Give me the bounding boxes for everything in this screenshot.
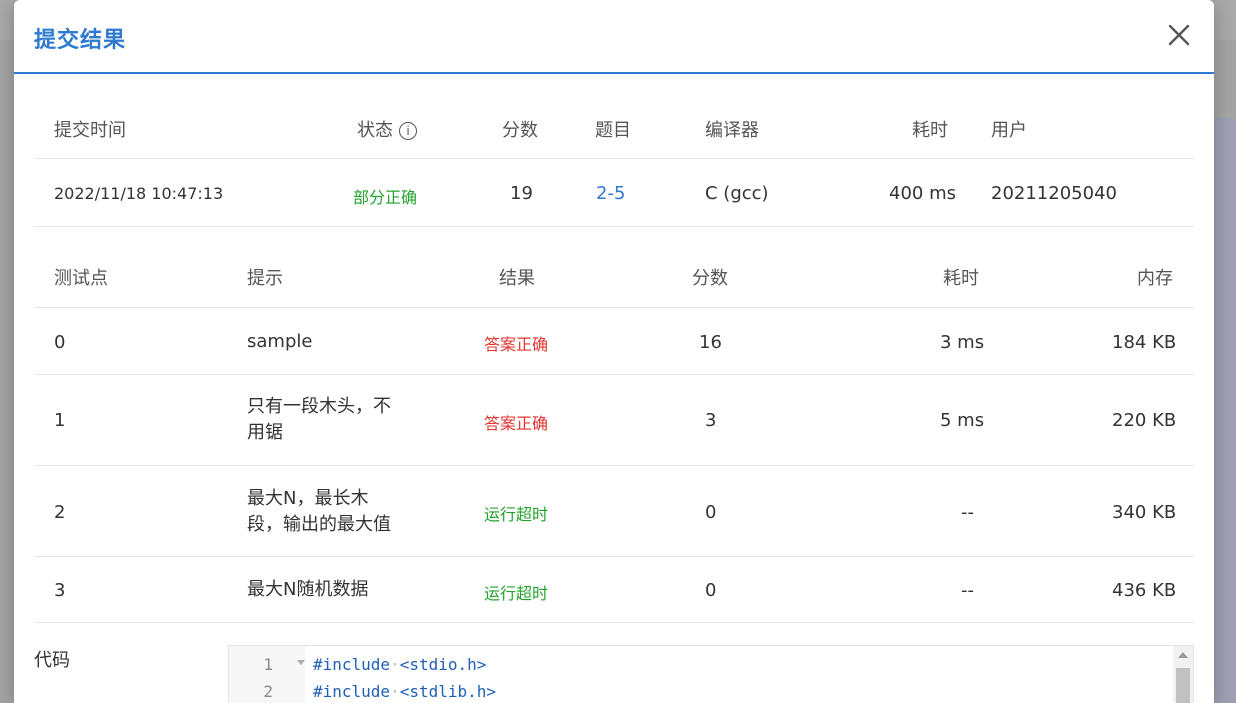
- case-time: --: [961, 502, 974, 523]
- line-number: 1: [263, 655, 273, 674]
- fold-arrow-icon[interactable]: [297, 660, 305, 665]
- code-header: <stdlib.h>: [399, 682, 497, 701]
- header-result: 结果: [499, 268, 535, 289]
- header-compiler: 编译器: [705, 120, 759, 141]
- close-icon[interactable]: [1166, 22, 1192, 48]
- info-circle-icon[interactable]: i: [399, 122, 417, 140]
- case-memory: 220 KB: [1112, 410, 1177, 431]
- header-case-time: 耗时: [943, 268, 979, 289]
- editor-scrollbar[interactable]: [1173, 646, 1193, 703]
- code-line: #include·<stdio.h>: [313, 655, 487, 674]
- case-result: 答案正确: [484, 414, 549, 433]
- divider: [34, 226, 1194, 227]
- case-id: 3: [54, 580, 66, 601]
- case-id: 0: [54, 332, 66, 353]
- header-problem: 题目: [595, 120, 631, 141]
- case-time: --: [961, 580, 974, 601]
- case-time: 5 ms: [940, 410, 985, 431]
- case-hint: sample: [247, 331, 313, 352]
- header-submit-time: 提交时间: [54, 120, 126, 141]
- status-badge: 部分正确: [353, 188, 418, 207]
- header-elapsed: 耗时: [912, 120, 948, 141]
- case-id: 1: [54, 410, 66, 431]
- dialog-header: 提交结果: [14, 0, 1214, 74]
- divider: [34, 158, 1194, 159]
- divider: [34, 622, 1194, 623]
- case-result: 答案正确: [484, 335, 549, 354]
- divider: [34, 374, 1194, 375]
- scroll-up-icon[interactable]: [1178, 652, 1188, 658]
- elapsed-time: 400 ms: [889, 183, 956, 204]
- case-memory: 184 KB: [1112, 332, 1177, 353]
- case-score: 16: [699, 332, 722, 353]
- case-time: 3 ms: [940, 332, 985, 353]
- header-status: 状态 i: [357, 116, 417, 142]
- problem-link[interactable]: 2-5: [596, 183, 625, 204]
- code-editor[interactable]: 1 #include·<stdio.h> 2 #include·<stdlib.…: [228, 645, 1194, 703]
- header-case-score: 分数: [692, 268, 728, 289]
- header-memory: 内存: [1137, 268, 1173, 289]
- background-code-panel: [1214, 118, 1236, 703]
- divider: [34, 465, 1194, 466]
- case-hint: 最大N随机数据: [247, 579, 369, 600]
- compiler: C (gcc): [705, 183, 769, 204]
- case-score: 0: [705, 580, 717, 601]
- line-number: 2: [263, 682, 273, 701]
- case-result: 运行超时: [484, 584, 549, 603]
- code-header: <stdio.h>: [399, 655, 487, 674]
- case-score: 3: [705, 410, 717, 431]
- submit-time: 2022/11/18 10:47:13: [54, 184, 224, 203]
- submission-result-dialog: 提交结果 提交时间 状态 i 分数 题目 编译器 耗时 用户 2022/11/18…: [14, 0, 1214, 703]
- dialog-title: 提交结果: [34, 28, 127, 53]
- total-score: 19: [510, 183, 533, 204]
- header-testcase: 测试点: [54, 268, 108, 289]
- case-hint: 最大N，最长木段，输出的最大值: [247, 488, 391, 535]
- case-score: 0: [705, 502, 717, 523]
- scrollbar-thumb[interactable]: [1176, 668, 1190, 703]
- case-memory: 340 KB: [1112, 502, 1177, 523]
- code-label: 代码: [34, 650, 70, 671]
- user-id: 20211205040: [991, 183, 1117, 204]
- header-score: 分数: [502, 120, 538, 141]
- code-directive: #include: [313, 655, 391, 674]
- code-directive: #include: [313, 682, 391, 701]
- case-hint: 只有一段木头，不用锯: [247, 396, 391, 443]
- divider: [34, 556, 1194, 557]
- header-hint: 提示: [247, 268, 283, 289]
- divider: [34, 307, 1194, 308]
- header-status-label: 状态: [357, 120, 393, 141]
- header-user: 用户: [991, 120, 1027, 141]
- code-line: #include·<stdlib.h>: [313, 682, 497, 701]
- case-memory: 436 KB: [1112, 580, 1177, 601]
- case-id: 2: [54, 502, 66, 523]
- case-result: 运行超时: [484, 505, 549, 524]
